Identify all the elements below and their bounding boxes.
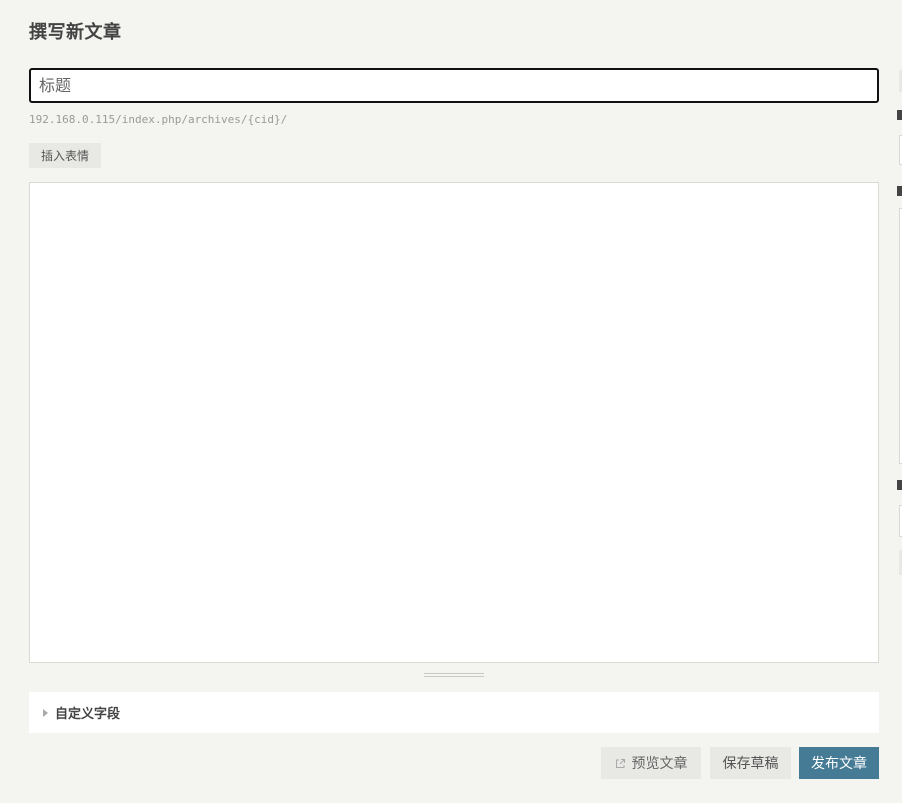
save-draft-button[interactable]: 保存草稿 <box>710 747 791 779</box>
preview-post-button[interactable]: 预览文章 <box>601 747 701 779</box>
custom-fields-label: 自定义字段 <box>55 707 121 722</box>
triangle-right-icon <box>43 708 48 717</box>
write-post-page: 撰写新文章 192.168.0.115/index.php/archives/{… <box>0 0 902 803</box>
preview-post-label: 预览文章 <box>631 756 688 772</box>
custom-fields-toggle[interactable]: 自定义字段 <box>29 692 879 733</box>
publish-post-button[interactable]: 发布文章 <box>799 747 879 779</box>
post-title-input[interactable] <box>29 68 879 103</box>
sidebar-label-glyph: █ <box>897 480 902 490</box>
post-content-editor[interactable] <box>29 182 879 663</box>
permalink-preview: 192.168.0.115/index.php/archives/{cid}/ <box>29 113 288 126</box>
insert-emoji-button[interactable]: 插入表情 <box>29 143 101 168</box>
editor-resize-handle[interactable] <box>424 671 484 679</box>
sidebar-label-glyph: █ <box>897 186 902 196</box>
page-title: 撰写新文章 <box>29 22 122 43</box>
sidebar-label-glyph: █ <box>897 110 902 120</box>
external-link-icon <box>615 758 625 768</box>
options-sidebar: █ █ █ <box>897 0 902 803</box>
